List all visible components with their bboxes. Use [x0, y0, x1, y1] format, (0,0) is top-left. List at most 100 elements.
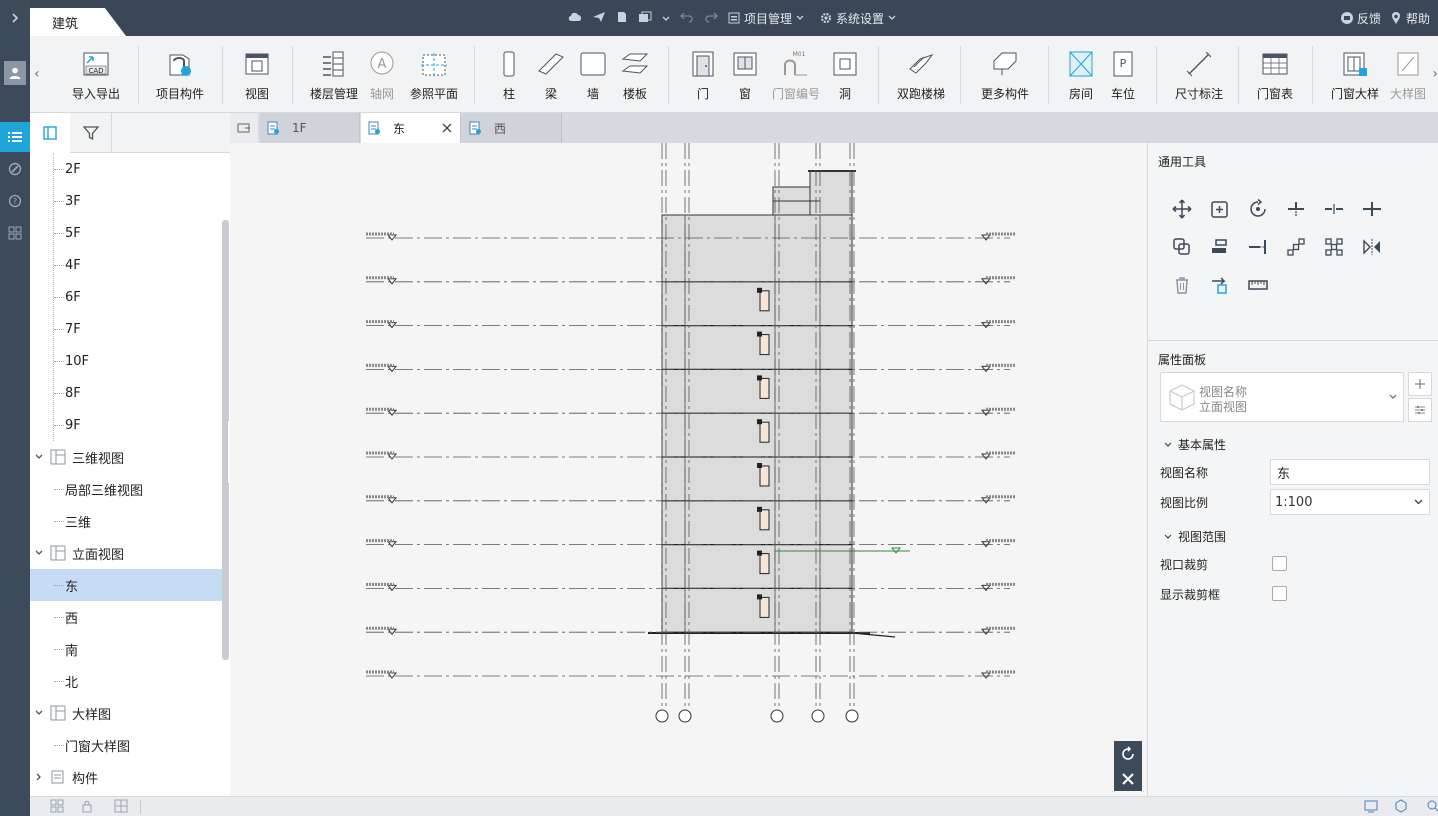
ribbon-scroll-left-icon[interactable]: ‹ [34, 66, 40, 82]
basic-props-header[interactable]: 基本属性 [1164, 436, 1226, 453]
link-icon[interactable] [0, 154, 30, 184]
system-settings-menu[interactable]: 系统设置 [820, 10, 896, 27]
rotate-tool-icon[interactable] [1246, 197, 1270, 221]
opening-button[interactable]: 洞 [828, 48, 862, 104]
tree-item-floor[interactable]: 10F [30, 345, 222, 377]
split-icon[interactable] [1322, 197, 1346, 221]
crop-frame-checkbox[interactable] [1272, 586, 1287, 601]
crop-checkbox[interactable] [1272, 556, 1287, 571]
grid-array-icon[interactable] [1322, 235, 1346, 259]
tab-west[interactable]: 西 [462, 113, 562, 143]
chevron-right-icon[interactable] [34, 772, 44, 782]
offset-icon[interactable] [1170, 235, 1194, 259]
tree-item-floor[interactable]: 6F [30, 281, 222, 313]
array-icon[interactable] [1284, 235, 1308, 259]
close-icon[interactable] [1121, 772, 1135, 786]
chevron-down-icon[interactable] [34, 548, 44, 558]
grid-view-icon[interactable] [50, 799, 64, 813]
door-window-table-button[interactable]: 门窗表 [1252, 48, 1298, 104]
lock-icon[interactable] [80, 799, 94, 813]
double-stair-button[interactable]: 双跑楼梯 [892, 48, 950, 104]
window-button[interactable]: 窗 [728, 48, 762, 104]
door-window-tag-button[interactable]: M01 门窗编号 [768, 48, 824, 104]
tree-item-floor[interactable]: 8F [30, 377, 222, 409]
door-window-detail-button[interactable]: 门窗大样 [1326, 48, 1384, 104]
undo-icon[interactable] [680, 11, 694, 26]
tree-item-elevation[interactable]: 西 [30, 601, 222, 633]
user-avatar-icon[interactable] [0, 58, 30, 88]
tree-item-floor[interactable]: 5F [30, 217, 222, 249]
import-export-button[interactable]: CAD 导入导出 [68, 48, 124, 104]
beam-button[interactable]: 梁 [534, 48, 568, 104]
copy-icon[interactable] [1208, 197, 1232, 221]
redo-icon[interactable] [704, 11, 718, 26]
filter-button[interactable] [70, 113, 112, 153]
view-name-input[interactable] [1270, 459, 1430, 485]
tree-item-floor[interactable]: 9F [30, 409, 222, 441]
edit-type-button[interactable] [1408, 398, 1432, 422]
view-button[interactable]: 视图 [234, 48, 280, 104]
tree-item-detail[interactable]: 门窗大样图 [30, 729, 222, 761]
rotate-icon[interactable] [1120, 746, 1136, 762]
break-icon[interactable] [1360, 197, 1384, 221]
type-selector[interactable]: 视图名称 立面视图 [1160, 372, 1404, 422]
reference-plane-button[interactable]: 参照平面 [406, 48, 462, 104]
tree-item-elevation[interactable]: 南 [30, 633, 222, 665]
chevron-down-icon[interactable] [34, 708, 44, 718]
column-button[interactable]: 柱 [492, 48, 526, 104]
package-icon[interactable] [638, 11, 652, 26]
more-components-button[interactable]: 更多构件 [976, 48, 1034, 104]
slab-button[interactable]: 楼板 [618, 48, 652, 104]
mirror-icon[interactable] [1360, 235, 1384, 259]
project-components-button[interactable]: 项目构件 [152, 48, 208, 104]
module-tab[interactable]: 建筑 [30, 8, 126, 36]
tree-group-detail-views[interactable]: 大样图 [30, 697, 222, 729]
chevron-down-icon[interactable] [34, 452, 44, 462]
room-button[interactable]: 房间 [1064, 48, 1098, 104]
tree-item-3d-view[interactable]: 局部三维视图 [30, 473, 222, 505]
tree-item-elevation[interactable]: 东 [30, 569, 222, 601]
tree-view-toggle[interactable] [30, 113, 70, 153]
list-icon[interactable] [0, 122, 30, 152]
file-icon[interactable] [616, 11, 628, 26]
parking-button[interactable]: P 车位 [1106, 48, 1140, 104]
tree-item-floor[interactable]: 3F [30, 185, 222, 217]
feedback-button[interactable]: 反馈 [1340, 10, 1381, 27]
tree-item-3d-view[interactable]: 三维 [30, 505, 222, 537]
match-properties-icon[interactable] [1208, 273, 1232, 297]
tree-item-elevation[interactable]: 北 [30, 665, 222, 697]
view-scale-select[interactable]: 1:100 [1270, 489, 1430, 515]
align-icon[interactable] [1208, 235, 1232, 259]
layout-icon[interactable] [114, 799, 128, 813]
tab-1f[interactable]: 1F [260, 113, 360, 143]
project-manage-menu[interactable]: 项目管理 [728, 10, 804, 27]
close-icon[interactable] [442, 123, 452, 133]
detail-drawing-button[interactable]: 大样图 [1388, 48, 1428, 104]
expand-arrow-icon[interactable] [0, 3, 30, 33]
delete-icon[interactable] [1170, 273, 1194, 297]
trim-icon[interactable] [1284, 197, 1308, 221]
tree-group-components[interactable]: 构件 [30, 761, 222, 793]
screen-icon[interactable] [1364, 799, 1378, 813]
tree-group-3d-views[interactable]: 三维视图 [30, 441, 222, 473]
apps-grid-icon[interactable] [0, 218, 30, 248]
box-icon[interactable] [1394, 799, 1408, 813]
tree-item-floor[interactable]: 7F [30, 313, 222, 345]
move-icon[interactable] [1170, 197, 1194, 221]
tree-item-floor[interactable]: 4F [30, 249, 222, 281]
drawing-canvas[interactable] [230, 143, 1147, 796]
zoom-icon[interactable] [1426, 799, 1438, 813]
send-icon[interactable] [592, 11, 606, 26]
tree-item-floor[interactable]: 2F [30, 153, 222, 185]
dimension-button[interactable]: 尺寸标注 [1170, 48, 1228, 104]
wall-button[interactable]: 墙 [576, 48, 610, 104]
tab-east[interactable]: 东 [361, 113, 461, 143]
floor-manage-button[interactable]: 楼层管理 [306, 48, 362, 104]
add-type-button[interactable] [1408, 372, 1432, 396]
tree-group-elevation-views[interactable]: 立面视图 [30, 537, 222, 569]
new-tab-button[interactable] [230, 113, 258, 143]
measure-icon[interactable] [1246, 273, 1270, 297]
chevron-down-icon[interactable] [662, 11, 670, 25]
help-button[interactable]: 帮助 [1389, 10, 1430, 27]
door-button[interactable]: 门 [686, 48, 720, 104]
